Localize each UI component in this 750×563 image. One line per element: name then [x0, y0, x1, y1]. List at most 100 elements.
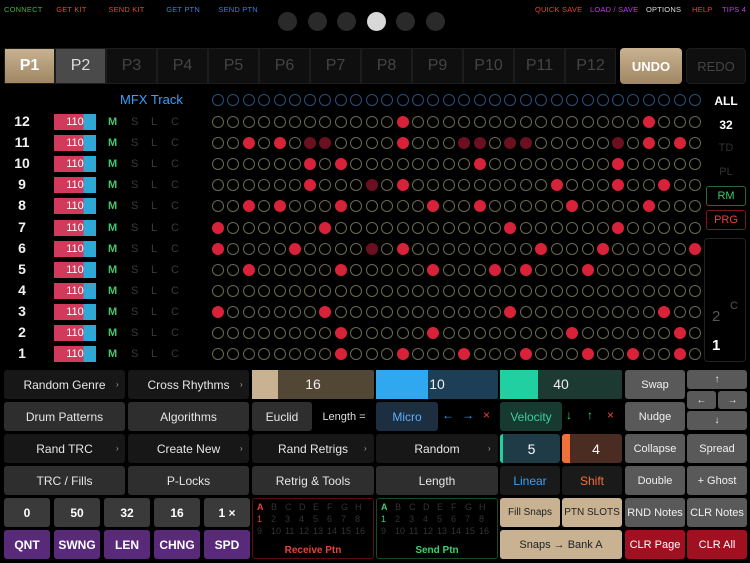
- step-cell[interactable]: [319, 305, 332, 318]
- step-cell[interactable]: [504, 137, 517, 150]
- step-cell[interactable]: [473, 242, 486, 255]
- step-cell[interactable]: [612, 327, 625, 339]
- step-cell[interactable]: [212, 305, 224, 318]
- step-cell[interactable]: [673, 348, 686, 361]
- step-cell[interactable]: [688, 284, 701, 297]
- slot-number[interactable]: 3: [285, 514, 290, 524]
- track-s-toggle[interactable]: S: [131, 158, 138, 170]
- mfx-step[interactable]: [335, 94, 348, 106]
- micro-right-icon[interactable]: →: [462, 408, 474, 422]
- step-cell[interactable]: [427, 348, 440, 361]
- step-cell[interactable]: [627, 305, 640, 318]
- bottom-mode-qnt[interactable]: QNT: [4, 530, 50, 559]
- step-cell[interactable]: [442, 221, 455, 234]
- pattern-button-p1[interactable]: P1: [4, 48, 55, 84]
- step-cell[interactable]: [427, 137, 440, 150]
- step-cell[interactable]: [335, 284, 348, 297]
- mfx-step[interactable]: [288, 94, 301, 106]
- step-cell[interactable]: [427, 242, 440, 255]
- euclid-button[interactable]: Euclid: [252, 402, 312, 431]
- step-cell[interactable]: [242, 116, 255, 128]
- step-cell[interactable]: [673, 242, 686, 255]
- step-cell[interactable]: [365, 242, 378, 255]
- step-cell[interactable]: [520, 116, 532, 128]
- step-cell[interactable]: [412, 263, 425, 276]
- slot-number[interactable]: 16: [355, 526, 365, 536]
- track-l-toggle[interactable]: L: [151, 306, 157, 318]
- pattern-button-p3[interactable]: P3: [106, 48, 157, 84]
- step-cell[interactable]: [396, 116, 409, 128]
- stepper-5[interactable]: 5: [500, 434, 560, 463]
- step-cell[interactable]: [442, 242, 455, 255]
- left-button-trc-fills[interactable]: TRC / Fills: [4, 466, 125, 495]
- step-cell[interactable]: [396, 200, 409, 213]
- track-l-toggle[interactable]: L: [151, 116, 157, 128]
- prg-toggle[interactable]: PRG: [706, 210, 746, 230]
- track-m-toggle[interactable]: M: [108, 116, 117, 128]
- step-cell[interactable]: [673, 221, 686, 234]
- step-cell[interactable]: [535, 116, 548, 128]
- slot-number[interactable]: 11: [285, 526, 294, 536]
- track-c-toggle[interactable]: C: [171, 243, 179, 255]
- mfx-step[interactable]: [688, 94, 701, 106]
- step-cell[interactable]: [350, 116, 363, 128]
- slot-number[interactable]: 15: [465, 526, 475, 536]
- velocity-bar[interactable]: 110: [54, 303, 96, 320]
- step-cell[interactable]: [212, 263, 224, 276]
- step-cell[interactable]: [520, 179, 532, 192]
- step-cell[interactable]: [273, 263, 286, 276]
- velocity-bar[interactable]: 110: [54, 198, 96, 215]
- track-c-toggle[interactable]: C: [171, 179, 179, 191]
- step-cell[interactable]: [535, 158, 548, 171]
- step-cell[interactable]: [319, 263, 332, 276]
- step-cell[interactable]: [673, 137, 686, 150]
- mfx-step[interactable]: [596, 94, 609, 106]
- step-cell[interactable]: [304, 305, 317, 318]
- step-cell[interactable]: [535, 305, 548, 318]
- velocity-down-icon[interactable]: ↓: [566, 408, 572, 422]
- step-cell[interactable]: [688, 116, 701, 128]
- track-l-toggle[interactable]: L: [151, 285, 157, 297]
- step-cell[interactable]: [504, 179, 517, 192]
- step-cell[interactable]: [535, 263, 548, 276]
- ghost-button[interactable]: + Ghost: [687, 466, 747, 495]
- step-cell[interactable]: [304, 242, 317, 255]
- bottom-mode-swng[interactable]: SWNG: [54, 530, 100, 559]
- step-cell[interactable]: [627, 137, 640, 150]
- bottom-value-button[interactable]: 32: [104, 498, 150, 527]
- page-dot[interactable]: [366, 12, 386, 31]
- step-cell[interactable]: [304, 263, 317, 276]
- step-cell[interactable]: [396, 284, 409, 297]
- step-cell[interactable]: [658, 263, 671, 276]
- step-cell[interactable]: [304, 179, 317, 192]
- pattern-button-p11[interactable]: P11: [514, 48, 565, 84]
- top-link-get-kit[interactable]: GET KIT: [56, 5, 86, 14]
- step-cell[interactable]: [658, 200, 671, 213]
- slot-number[interactable]: 10: [395, 526, 405, 536]
- step-cell[interactable]: [212, 200, 224, 213]
- track-m-toggle[interactable]: M: [108, 243, 117, 255]
- page-dot[interactable]: [425, 12, 445, 31]
- step-cell[interactable]: [658, 116, 671, 128]
- slot-number[interactable]: 11: [409, 526, 418, 536]
- step-cell[interactable]: [643, 348, 656, 361]
- step-cell[interactable]: [242, 327, 255, 339]
- step-cell[interactable]: [643, 221, 656, 234]
- mfx-step[interactable]: [273, 94, 286, 106]
- step-cell[interactable]: [257, 242, 270, 255]
- step-cell[interactable]: [643, 158, 656, 171]
- step-cell[interactable]: [335, 242, 348, 255]
- step-cell[interactable]: [396, 179, 409, 192]
- step-cell[interactable]: [504, 221, 517, 234]
- step-cell[interactable]: [520, 242, 532, 255]
- step-cell[interactable]: [350, 158, 363, 171]
- step-cell[interactable]: [288, 158, 301, 171]
- step-cell[interactable]: [596, 137, 609, 150]
- slot-number[interactable]: 7: [341, 514, 346, 524]
- step-cell[interactable]: [688, 305, 701, 318]
- step-cell[interactable]: [473, 305, 486, 318]
- slider-10[interactable]: 10: [376, 370, 498, 399]
- bank-letter[interactable]: D: [299, 502, 306, 512]
- track-m-toggle[interactable]: M: [108, 327, 117, 339]
- step-cell[interactable]: [412, 179, 425, 192]
